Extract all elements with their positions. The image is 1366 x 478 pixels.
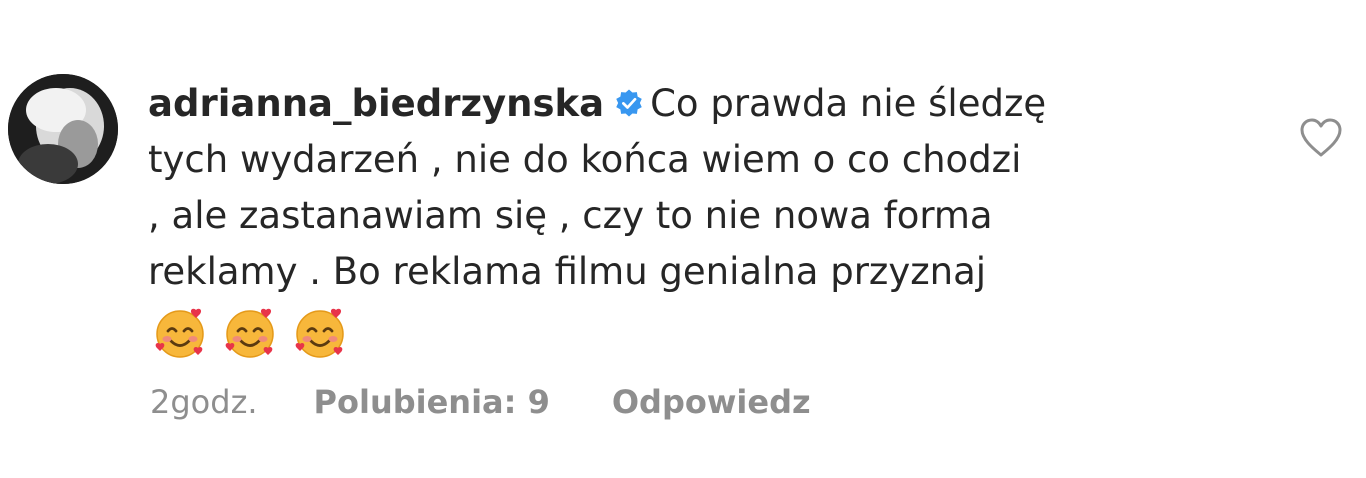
comment: adrianna_biedrzynska Co prawda nie śledzę… bbox=[0, 0, 1366, 478]
reply-button[interactable]: Odpowiedz bbox=[612, 383, 811, 421]
timestamp[interactable]: 2godz. bbox=[150, 383, 258, 421]
comment-content: adrianna_biedrzynska Co prawda nie śledzę… bbox=[148, 76, 1228, 370]
avatar-photo bbox=[8, 74, 118, 184]
comment-meta: 2godz. Polubienia: 9 Odpowiedz bbox=[150, 383, 811, 421]
smiling-face-with-hearts-icon bbox=[225, 308, 274, 358]
comment-body: adrianna_biedrzynska Co prawda nie śledzę… bbox=[148, 76, 1228, 300]
avatar[interactable] bbox=[8, 74, 118, 184]
heart-outline-icon[interactable] bbox=[1298, 116, 1344, 158]
verified-badge-icon bbox=[616, 89, 642, 117]
smiling-face-with-hearts-icon bbox=[155, 308, 204, 358]
emoji-row bbox=[148, 304, 1228, 370]
likes-count-button[interactable]: Polubienia: 9 bbox=[314, 383, 550, 421]
username-link[interactable]: adrianna_biedrzynska bbox=[148, 82, 604, 125]
smiling-face-with-hearts-icon bbox=[295, 308, 344, 358]
